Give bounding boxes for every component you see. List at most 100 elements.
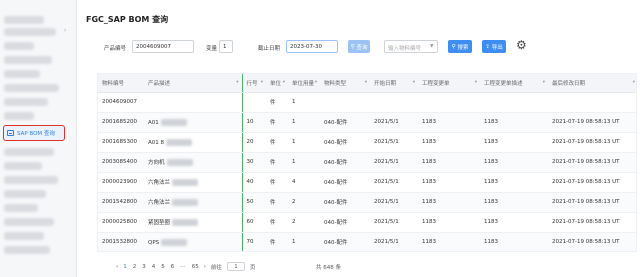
column-header[interactable]: 行号 ▾ (241, 74, 266, 93)
sidebar-item-blurred[interactable] (4, 162, 42, 170)
sidebar-item-blurred[interactable] (4, 56, 52, 64)
sort-caret-icon[interactable]: ▾ (365, 80, 367, 85)
table-row[interactable]: 2001542800 六角法兰 50 件 2 040-配件 2021/5/1 1183 1183… (98, 192, 636, 213)
page-number[interactable]: 4 (152, 264, 156, 270)
sidebar-item-blurred[interactable] (4, 112, 34, 120)
page-list: 1 2 3 4 5 6 ⋯ 65 (123, 264, 199, 270)
table-cell: 2004609007 (98, 92, 144, 113)
query-button[interactable]: ⚲ 查询 (348, 40, 370, 53)
table-cell: 40 (241, 172, 266, 193)
table-cell: 2000023900 (98, 172, 144, 193)
column-header[interactable]: 物料编号 (98, 74, 144, 93)
table-row[interactable]: 2001685200 A01 10 件 1 040-配件 2021/5/1 1183 1183 2… (98, 112, 636, 133)
sidebar-item-blurred[interactable] (4, 176, 58, 184)
column-header[interactable]: 单位 ▾ (266, 74, 288, 93)
table-row[interactable]: 2001685300 A01 8 20 件 1 040-配件 2021/5/1 1183 118… (98, 132, 636, 153)
product-code-label: 产品编号 (104, 46, 127, 52)
goto-page-input[interactable]: 1 (226, 262, 245, 271)
table-cell: 1 (288, 152, 320, 173)
cell-text: 2001532800 (102, 239, 137, 245)
table-cell: 1 (288, 232, 320, 251)
cell-text: A01 (148, 119, 159, 126)
sidebar-item-blurred[interactable] (4, 42, 34, 50)
search-button-label: 搜索 (457, 44, 469, 51)
sidebar-item-blurred[interactable] (4, 16, 44, 24)
gear-icon[interactable]: ⚙ (516, 38, 527, 52)
table-cell: 件 (266, 112, 288, 133)
chevron-right-icon[interactable]: › (64, 27, 66, 34)
page-number[interactable]: 5 (161, 264, 165, 270)
search-button[interactable]: ⚲ 搜索 (448, 40, 472, 53)
table-row[interactable]: 2000025800 紧固垫圈 60 件 2 040-配件 2021/5/1 1183 1183… (98, 212, 636, 233)
table-body: 2004609007 件 1 2001685200 A01 10 件 1 040-配件 2021/… (98, 92, 636, 251)
table-cell: 2021-07-19 08:58:13 UT (548, 232, 636, 251)
page-number[interactable]: 2 (133, 264, 137, 270)
search-icon: ⚲ (350, 43, 355, 50)
column-header[interactable]: 开始日期 ▾ (370, 74, 418, 93)
cell-text: 40 (246, 179, 254, 185)
table-row[interactable]: 2001532800 QPS 70 件 1 040-配件 2021/5/1 1183 1183 2… (98, 232, 636, 251)
cell-text: 50 (246, 199, 254, 205)
sidebar-item-blurred[interactable] (4, 70, 40, 78)
cell-text: 10 (246, 119, 254, 125)
table-row[interactable]: 2003085400 方向机 30 件 1 040-配件 2021/5/1 1183 1183 2… (98, 152, 636, 173)
sidebar-item-blurred[interactable] (4, 218, 54, 226)
column-header[interactable]: 工程变更单描述 ▾ (480, 74, 548, 93)
page-number[interactable]: 3 (142, 264, 146, 270)
cutoff-date-input[interactable]: 2023-07-30 (286, 40, 338, 53)
column-header[interactable]: 产品描述 ▾ (144, 74, 242, 93)
sidebar-item-blurred[interactable] (4, 84, 59, 92)
product-code-input[interactable]: 2004609007 (132, 40, 194, 53)
cell-text: 2004609007 (102, 99, 137, 105)
prev-page-icon[interactable]: ‹ (116, 264, 118, 270)
sidebar-item-blurred[interactable] (4, 28, 56, 36)
sidebar-item-sap-bom[interactable]: SAP BOM 查询 (3, 125, 65, 141)
next-page-icon[interactable]: › (204, 264, 206, 270)
cell-text: 1 (292, 119, 296, 125)
sort-caret-icon[interactable]: ▾ (315, 80, 317, 85)
cell-text: 2021/5/1 (374, 139, 399, 145)
page-number[interactable]: 65 (192, 264, 199, 270)
sort-caret-icon[interactable]: ▾ (475, 80, 477, 85)
column-header[interactable]: 单位用量 ▾ (288, 74, 320, 93)
table-cell: 2021/5/1 (370, 192, 418, 213)
cell-text: 040-配件 (324, 200, 348, 206)
export-button[interactable]: ⇪ 导出 (482, 40, 506, 53)
sidebar-item-blurred[interactable] (4, 190, 46, 198)
sort-caret-icon[interactable]: ▾ (543, 80, 545, 85)
table-cell (370, 92, 418, 113)
variant-input[interactable]: 1 (219, 40, 233, 53)
sidebar-item-blurred[interactable] (4, 204, 38, 212)
page-number[interactable]: 6 (171, 264, 175, 270)
page-number[interactable]: ⋯ (180, 264, 186, 270)
table-cell: 件 (266, 152, 288, 173)
cell-text: 2021/5/1 (374, 119, 399, 125)
sidebar-item-blurred[interactable] (4, 98, 48, 106)
redacted-text (172, 179, 199, 186)
table-cell: 4 (288, 172, 320, 193)
sort-caret-icon[interactable]: ▾ (261, 80, 263, 85)
sidebar-item-blurred[interactable] (4, 246, 50, 254)
page-number[interactable]: 1 (123, 264, 127, 270)
sidebar-item-blurred[interactable] (4, 232, 44, 240)
table-cell: 1183 (418, 152, 480, 173)
table-cell: 040-配件 (320, 192, 370, 213)
cell-text: 1183 (484, 179, 498, 185)
page-title: FGC_SAP BOM 查询 (86, 15, 169, 24)
table-cell: 040-配件 (320, 152, 370, 173)
table-row[interactable]: 2004609007 件 1 (98, 92, 636, 113)
cell-text: 1183 (422, 119, 436, 125)
sidebar-item-blurred[interactable] (4, 148, 54, 156)
cell-text: 1183 (422, 139, 436, 145)
cell-text: 30 (246, 159, 254, 165)
column-header[interactable]: 最后修改日期 ▾ (548, 74, 636, 93)
table-row[interactable]: 2000023900 六角法兰 40 件 4 040-配件 2021/5/1 1183 1183… (98, 172, 636, 193)
table-cell: 件 (266, 232, 288, 251)
column-header[interactable]: 工程变更单 ▾ (418, 74, 480, 93)
sort-caret-icon[interactable]: ▾ (283, 80, 285, 85)
column-header[interactable]: 物料类型 ▾ (320, 74, 370, 93)
sort-caret-icon[interactable]: ▾ (413, 80, 415, 85)
sort-caret-icon[interactable]: ▾ (633, 80, 635, 85)
cell-text: 040-配件 (324, 120, 348, 126)
sort-caret-icon[interactable]: ▾ (236, 80, 238, 85)
